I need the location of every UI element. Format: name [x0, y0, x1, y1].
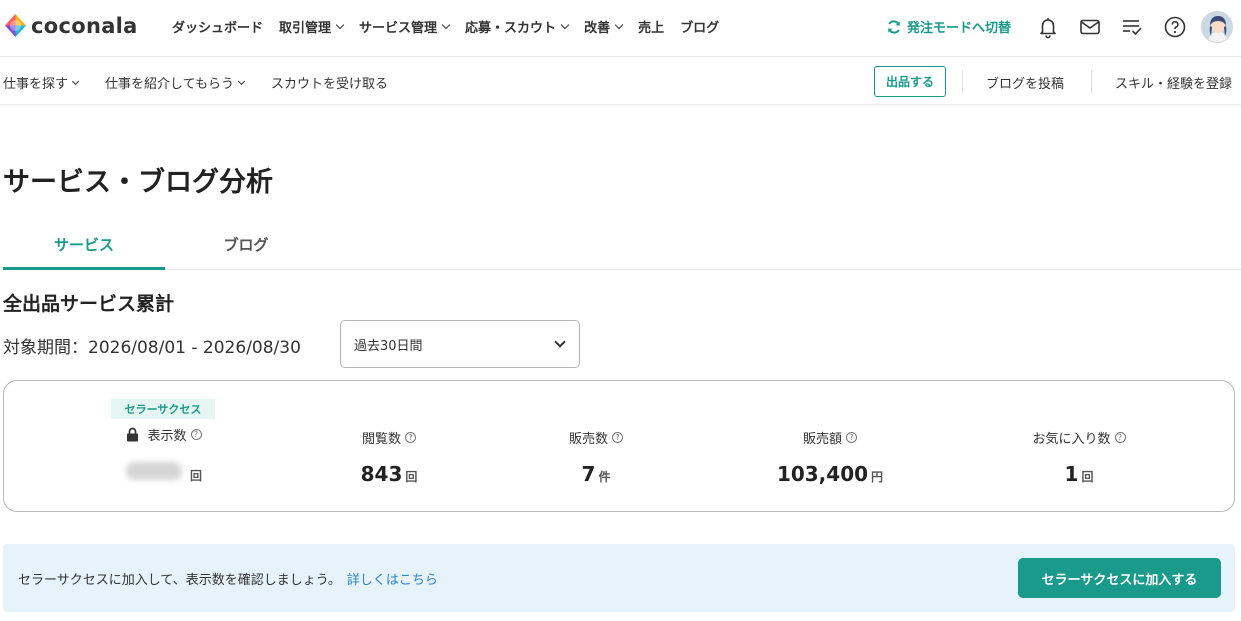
stat-label-text: 販売数 — [568, 432, 608, 447]
mail-icon[interactable] — [1078, 15, 1102, 39]
stat-value: 843 回 — [269, 462, 509, 486]
section-title: 全出品サービス累計 — [3, 293, 175, 315]
stat-value: 103,400 円 — [710, 462, 950, 486]
stat-label-text: 表示数 — [147, 429, 187, 444]
seller-success-badge: セラーサクセス — [111, 399, 215, 419]
seller-success-promo: セラーサクセスに加入して、表示数を確認しましょう。 詳しくはこちら セラーサクセス… — [3, 544, 1235, 612]
divider — [1091, 70, 1092, 93]
stat-number: 843 — [360, 462, 403, 486]
lock-icon — [127, 427, 139, 442]
chevron-down-icon — [335, 20, 345, 30]
stat-label: 販売数 ? — [476, 428, 716, 447]
subnav-find-jobs-label: 仕事を探す — [3, 77, 69, 92]
top-header: coconala ダッシュボード 取引管理 サービス管理 応募・スカウト 改善 … — [0, 0, 1241, 57]
stat-favorites: お気に入り数 ? 1 回 — [959, 381, 1199, 511]
chevron-down-icon — [560, 20, 570, 30]
nav-blog-label: ブログ — [680, 21, 720, 36]
stat-unit: 回 — [1081, 470, 1094, 484]
listing-button[interactable]: 出品する — [874, 66, 946, 97]
nav-sales[interactable]: 売上 — [638, 17, 664, 36]
stat-number: 103,400 — [776, 462, 869, 486]
stat-label-text: 販売額 — [802, 432, 842, 447]
chevron-down-icon — [554, 336, 566, 348]
nav-improvement[interactable]: 改善 — [584, 17, 624, 36]
details-link[interactable]: 詳しくはこちら — [347, 573, 438, 588]
stat-label-text: 閲覧数 — [361, 432, 401, 447]
help-icon[interactable]: ? — [612, 432, 623, 443]
stat-sales-amount: 販売額 ? 103,400 円 — [710, 381, 950, 511]
switch-to-buyer-mode-button[interactable]: 発注モードへ切替 — [886, 17, 1011, 36]
post-blog-link[interactable]: ブログを投稿 — [986, 73, 1064, 92]
help-icon[interactable]: ? — [846, 432, 857, 443]
period-range: 対象期間：2026/08/01 - 2026/08/30 — [3, 338, 301, 358]
nav-applications-scout-label: 応募・スカウト — [465, 21, 557, 36]
chevron-down-icon — [237, 77, 246, 85]
coconala-logo[interactable]: coconala — [3, 13, 138, 38]
stat-label: 表示数 ? — [44, 425, 284, 444]
stat-number: 1 — [1064, 462, 1079, 486]
stat-value: 7 件 — [476, 462, 716, 486]
help-icon[interactable]: ? — [190, 429, 202, 440]
nav-applications-scout[interactable]: 応募・スカウト — [465, 17, 570, 36]
stat-views: 閲覧数 ? 843 回 — [269, 381, 509, 511]
promo-text: セラーサクセスに加入して、表示数を確認しましょう。 詳しくはこちら — [18, 569, 438, 588]
subnav-get-introduced[interactable]: 仕事を紹介してもらう — [105, 73, 246, 92]
checklist-icon[interactable] — [1120, 15, 1144, 39]
nav-dashboard-label: ダッシュボード — [172, 21, 264, 36]
period-select[interactable]: 過去30日間 — [340, 320, 580, 368]
stat-label: 販売額 ? — [710, 428, 950, 447]
chevron-down-icon — [614, 20, 624, 30]
nav-transactions-label: 取引管理 — [279, 21, 332, 36]
stat-label-text: お気に入り数 — [1032, 432, 1111, 447]
stat-unit: 回 — [405, 470, 418, 484]
mode-switch-label: 発注モードへ切替 — [907, 21, 1012, 36]
subnav-receive-scouts-label: スカウトを受け取る — [270, 77, 388, 92]
chevron-down-icon — [441, 20, 451, 30]
refresh-icon — [888, 19, 900, 34]
page-title: サービス・ブログ分析 — [3, 167, 273, 198]
nav-blog[interactable]: ブログ — [680, 17, 719, 36]
subnav-find-jobs[interactable]: 仕事を探す — [3, 73, 80, 92]
stat-impressions: セラーサクセス 表示数 ? 回 — [44, 381, 284, 511]
promo-message: セラーサクセスに加入して、表示数を確認しましょう。 — [18, 573, 341, 588]
stat-label: お気に入り数 ? — [959, 428, 1199, 447]
main-nav: ダッシュボード 取引管理 サービス管理 応募・スカウト 改善 売上 ブログ — [172, 17, 735, 36]
join-seller-success-button[interactable]: セラーサクセスに加入する — [1018, 558, 1221, 598]
secondary-nav-bar: 仕事を探す 仕事を紹介してもらう スカウトを受け取る 出品する ブログを投稿 ス… — [0, 58, 1241, 105]
nav-transactions[interactable]: 取引管理 — [279, 17, 345, 36]
divider — [962, 70, 963, 93]
stat-unit: 回 — [189, 469, 202, 483]
stat-number: 7 — [581, 462, 596, 486]
secondary-nav: 仕事を探す 仕事を紹介してもらう スカウトを受け取る — [3, 73, 415, 92]
nav-improvement-label: 改善 — [584, 21, 611, 36]
nav-service-management-label: サービス管理 — [359, 21, 438, 36]
analysis-tabs: サービス ブログ — [3, 220, 1241, 270]
subnav-receive-scouts[interactable]: スカウトを受け取る — [271, 73, 388, 92]
avatar-image — [1202, 12, 1232, 42]
nav-sales-label: 売上 — [638, 21, 665, 36]
tab-blog[interactable]: ブログ — [165, 220, 327, 269]
subnav-get-introduced-label: 仕事を紹介してもらう — [105, 77, 234, 92]
avatar[interactable] — [1201, 11, 1233, 43]
stat-unit: 件 — [598, 470, 611, 484]
logo-text: coconala — [31, 13, 138, 38]
stat-unit: 円 — [871, 470, 884, 484]
chevron-down-icon — [71, 77, 80, 85]
tab-services[interactable]: サービス — [3, 220, 165, 270]
period-select-value: 過去30日間 — [354, 338, 423, 354]
register-skill-link[interactable]: スキル・経験を登録 — [1115, 73, 1232, 92]
logo-mark-icon — [5, 14, 26, 37]
stats-card: セラーサクセス 表示数 ? 回 閲覧数 ? 843 回 販売数 ? 7 件 販売… — [3, 380, 1235, 512]
nav-service-management[interactable]: サービス管理 — [359, 17, 451, 36]
hidden-value — [125, 462, 182, 480]
help-icon[interactable]: ? — [405, 432, 416, 443]
stat-value: 回 — [44, 462, 284, 484]
help-icon[interactable]: ? — [1114, 432, 1126, 443]
stat-value: 1 回 — [959, 462, 1199, 486]
stat-sales-count: 販売数 ? 7 件 — [476, 381, 716, 511]
help-icon[interactable] — [1163, 15, 1187, 39]
nav-dashboard[interactable]: ダッシュボード — [172, 17, 263, 36]
bell-icon[interactable] — [1036, 15, 1060, 39]
stat-label: 閲覧数 ? — [269, 428, 509, 447]
